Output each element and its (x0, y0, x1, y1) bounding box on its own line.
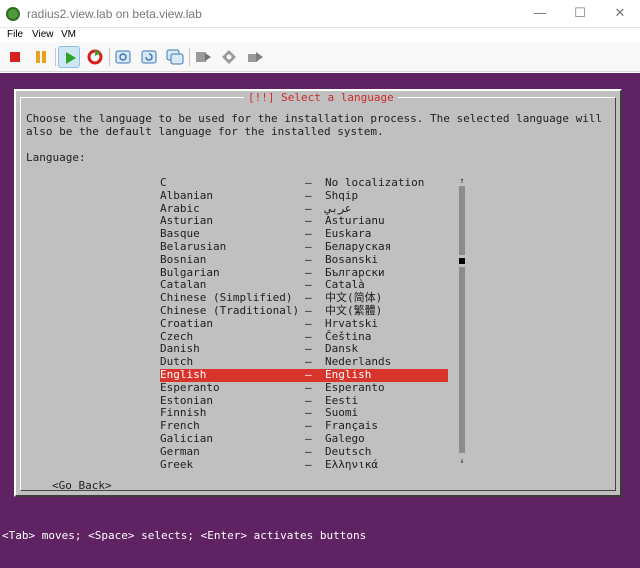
list-scrollbar[interactable]: ↑ ↓ (459, 177, 465, 467)
language-name: Esperanto (160, 380, 220, 394)
language-separator: – (305, 303, 312, 317)
scroll-down-icon[interactable]: ↓ (459, 457, 465, 465)
menu-vm[interactable]: VM (61, 29, 76, 40)
language-separator: – (305, 444, 312, 458)
close-button[interactable]: ✕ (600, 4, 640, 24)
language-label: Language: (26, 151, 86, 164)
language-dialog: [!!] Select a language Choose the langua… (14, 89, 622, 497)
language-option[interactable]: Danish – Dansk (160, 343, 448, 356)
send-ctrl-alt-del-icon[interactable] (192, 46, 214, 68)
dialog-title: [!!] Select a language (244, 91, 398, 104)
pause-icon[interactable] (30, 46, 52, 68)
language-separator: – (305, 176, 312, 189)
manage-snapshots-icon[interactable] (164, 46, 186, 68)
language-name: Croatian (160, 316, 213, 330)
language-native-name: Deutsch (325, 444, 372, 458)
language-separator: – (305, 239, 312, 253)
language-name: English (160, 367, 207, 381)
vm-console[interactable]: [!!] Select a language Choose the langua… (0, 73, 640, 568)
language-separator: – (305, 380, 312, 394)
language-name: Greek (160, 457, 194, 471)
language-separator: – (305, 457, 312, 471)
go-back-button[interactable]: <Go Back> (52, 479, 112, 493)
language-option[interactable]: Chinese (Traditional) – 中文(繁體) (160, 303, 448, 318)
menu-bar: File View VM (0, 28, 640, 42)
language-name: Galician (160, 431, 213, 445)
status-hint: <Tab> moves; <Space> selects; <Enter> ac… (2, 529, 367, 542)
language-option[interactable]: Belarusian – Беларуская (160, 239, 448, 254)
stop-icon[interactable] (4, 46, 26, 68)
language-option[interactable]: Czech – Čeština (160, 330, 448, 344)
vmware-app-icon (6, 7, 20, 21)
scroll-track-lower[interactable] (459, 267, 465, 453)
reset-icon[interactable] (84, 46, 106, 68)
language-option[interactable]: Asturian – Asturianu (160, 215, 448, 228)
language-separator: – (305, 431, 312, 445)
toolbar-separator (109, 48, 110, 66)
language-option[interactable]: Albanian – Shqip (160, 188, 448, 203)
language-separator: – (305, 252, 312, 266)
language-native-name: Hrvatski (325, 316, 378, 330)
language-native-name: Esperanto (325, 380, 385, 394)
scroll-thumb[interactable] (459, 258, 465, 264)
snapshot-icon[interactable] (112, 46, 134, 68)
language-option[interactable]: Croatian – Hrvatski (160, 316, 448, 331)
language-separator: – (305, 316, 312, 330)
language-name: C (160, 176, 167, 189)
language-option[interactable]: C – No localization (160, 176, 448, 190)
window-title: radius2.view.lab on beta.view.lab (27, 7, 202, 21)
language-option-selected[interactable]: English – English (160, 367, 448, 382)
menu-file[interactable]: File (7, 29, 23, 40)
toolbar-separator (55, 48, 56, 66)
language-native-name: English (325, 367, 372, 381)
language-native-name: 中文(繁體) (325, 303, 383, 317)
language-name: Bosnian (160, 252, 207, 266)
language-name: Albanian (160, 188, 213, 202)
minimize-button[interactable]: — (520, 4, 560, 24)
removable-devices-icon[interactable] (244, 46, 266, 68)
play-icon[interactable] (58, 46, 80, 68)
toolbar-separator (189, 48, 190, 66)
language-native-name: No localization (325, 176, 425, 189)
scroll-up-icon[interactable]: ↑ (459, 177, 465, 185)
language-native-name: Беларуская (325, 239, 392, 253)
language-option[interactable]: German – Deutsch (160, 444, 448, 459)
language-native-name: Ελληνικά (325, 457, 378, 471)
status-bar: <Tab> moves; <Space> selects; <Enter> ac… (0, 528, 640, 543)
language-name: Belarusian (160, 239, 227, 253)
settings-icon[interactable] (218, 46, 240, 68)
window-titlebar: radius2.view.lab on beta.view.lab — ☐ ✕ (0, 0, 640, 28)
language-separator: – (305, 367, 312, 381)
language-option[interactable]: Esperanto – Esperanto (160, 380, 448, 395)
revert-snapshot-icon[interactable] (138, 46, 160, 68)
language-option[interactable]: Galician – Galego (160, 431, 448, 446)
language-native-name: Bosanski (325, 252, 378, 266)
dialog-description: Choose the language to be used for the i… (26, 112, 603, 138)
language-separator: – (305, 188, 312, 202)
language-name: Chinese (Traditional) (160, 303, 300, 317)
maximize-button[interactable]: ☐ (560, 4, 600, 24)
language-list[interactable]: C – No localization Albanian – Shqip Arabic – عر… (160, 176, 448, 472)
toolbar (0, 42, 640, 72)
scroll-track-upper[interactable] (459, 186, 465, 255)
language-option[interactable]: Greek – Ελληνικά (160, 457, 448, 472)
language-native-name: Galego (325, 431, 365, 445)
menu-view[interactable]: View (32, 29, 54, 40)
language-option[interactable]: Bosnian – Bosanski (160, 252, 448, 267)
language-native-name: Shqip (325, 188, 359, 202)
language-option[interactable]: Finnish – Suomi (160, 407, 448, 420)
language-name: German (160, 444, 200, 458)
